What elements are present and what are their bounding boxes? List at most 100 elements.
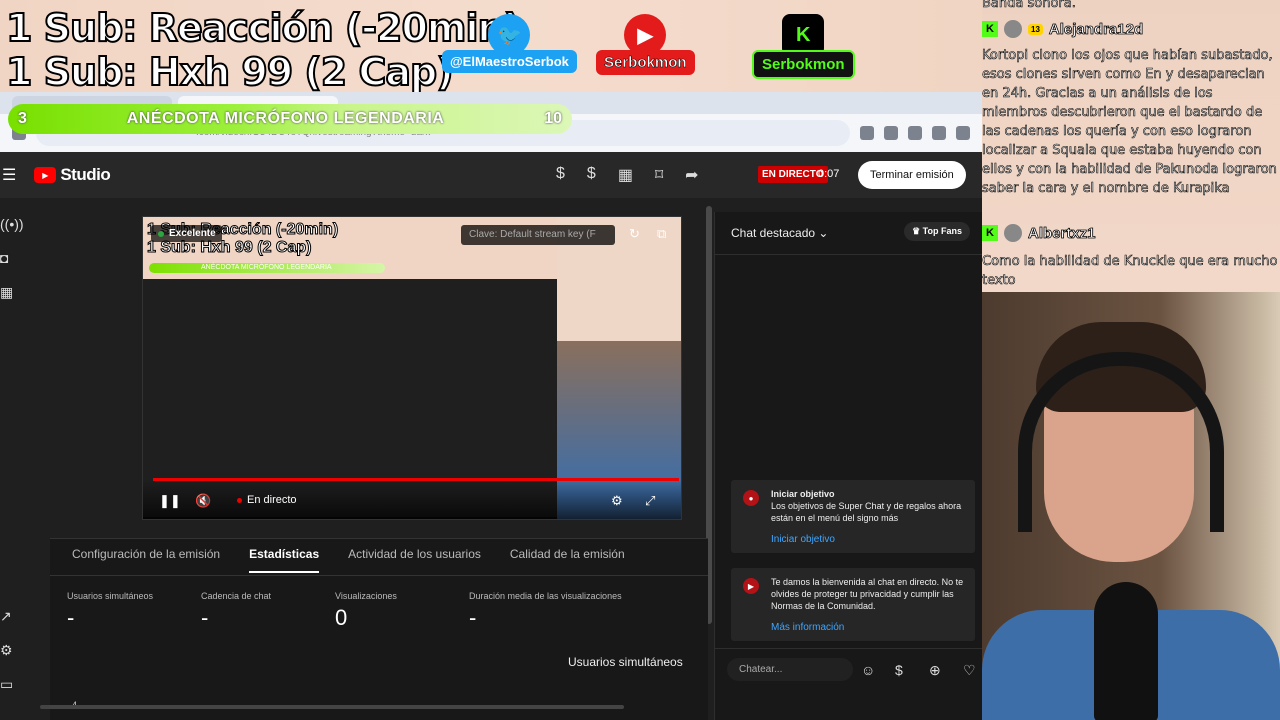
copy-icon[interactable]: ⧉ [657,226,666,242]
stream-key-select[interactable]: Clave: Default stream key (F [461,225,615,245]
headphones-icon [1018,352,1224,532]
stream-analytics-panel: Configuración de la emisión Estadísticas… [50,538,708,720]
chevron-down-icon: ⌄ [818,226,829,240]
youtube-badge: ▶ Serbokmon [596,14,695,75]
pause-icon[interactable]: ❚❚ [159,493,181,509]
goal-card: ● Iniciar objetivo Los objetivos de Super… [731,480,975,553]
external-link-icon[interactable]: ↗ [0,608,12,625]
live-icon[interactable]: ((•)) [0,216,24,232]
twitter-badge: 🐦 @ElMaestroSerbok [442,14,577,73]
fullscreen-icon[interactable]: ⤢ [645,493,655,509]
tab-stream-health[interactable]: Calidad de la emisión [510,547,625,573]
chat-input-divider [715,648,983,649]
kick-k-icon: K [982,225,998,241]
end-stream-button[interactable]: Terminar emisión [858,161,966,189]
add-icon[interactable]: ⊕ [929,662,941,679]
live-timer: 0:07 [818,168,840,180]
bookmark-icon[interactable]: ⌑ [655,165,663,185]
avatar [1004,224,1022,242]
share-icon[interactable]: ➦ [685,165,698,185]
chat-header-divider [715,254,983,255]
youtube-studio: ☰ ▶ Studio $ $ ▦ ⌑ ➦ EN DIRECTO 0:07 Ter… [0,152,983,720]
metric-label: Duración media de las visualizaciones [469,591,622,601]
overlay-chat-user-1: K 13 Alejandra12d [982,20,1144,38]
subscriber-badge: 13 [1028,23,1043,35]
star-icon[interactable] [884,126,898,140]
metric-concurrent-viewers: Usuarios simultáneos - [67,591,153,631]
studio-topbar: ☰ ▶ Studio $ $ ▦ ⌑ ➦ EN DIRECTO 0:07 Ter… [0,152,982,198]
player-controls [143,479,681,519]
emoji-icon[interactable]: ☺ [861,662,875,678]
gear-icon[interactable]: ⚙ [611,493,623,509]
overlay-chat-previous: Banda sonora. [982,0,1076,11]
more-info-link[interactable]: Más información [771,622,965,633]
goal-card-body: Los objetivos de Super Chat y de regalos… [771,501,962,523]
metric-avg-view-duration: Duración media de las visualizaciones - [469,591,622,631]
youtube-handle: Serbokmon [596,50,695,75]
horizontal-scrollbar[interactable] [40,705,624,709]
goal-label: ANÉCDOTA MICRÓFONO LEGENDARIA [126,110,445,127]
player-progress-line[interactable] [153,478,679,481]
tab-stream-settings[interactable]: Configuración de la emisión [72,547,220,573]
heart-icon[interactable]: ♡ [963,662,976,679]
refresh-icon[interactable]: ↻ [629,226,640,242]
overlay-chat-message-2: Como la habilidad de Knuckle que era muc… [982,254,1278,289]
metric-label: Cadencia de chat [201,591,272,601]
monetization-icon[interactable]: $ [556,165,565,185]
kick-handle: Serbokmon [752,50,855,79]
youtube-play-icon: ▶ [34,167,57,183]
streamer-webcam [982,292,1280,720]
crown-icon: ♛ [912,226,921,236]
welcome-card-body: Te damos la bienvenida al chat en direct… [771,577,964,611]
twitter-handle: @ElMaestroSerbok [442,50,577,73]
username: Alejandra12d [1048,20,1144,38]
studio-logo[interactable]: ▶ Studio [34,165,111,185]
overlay-chat-user-2: K Albertxz1 [982,224,1096,242]
mute-icon[interactable]: 🔇 [195,493,211,509]
youtube-play-icon: ▶ [743,578,759,594]
metric-value: - [201,605,209,630]
feedback-icon[interactable]: ▭ [0,676,13,693]
start-goal-link[interactable]: Iniciar objetivo [771,534,965,545]
live-indicator: En directo [237,494,297,506]
stream-preview-player[interactable]: 1 Sub: Reacción (-20min) 1 Sub: Hxh 99 (… [142,216,682,520]
microphone-icon [1094,582,1158,720]
hamburger-menu-icon[interactable]: ☰ [2,165,16,185]
superchat-icon[interactable]: $ [895,662,903,678]
top-fans-label: Top Fans [922,226,962,236]
top-fans-button[interactable]: ♛ Top Fans [904,222,970,241]
studio-logo-text: Studio [60,165,111,184]
goal-icon: ● [743,490,759,506]
goal-current: 3 [18,110,27,127]
avatar [1004,20,1022,38]
goal-card-text: Iniciar objetivo Los objetivos de Super C… [771,488,965,524]
menu-icon[interactable] [956,126,970,140]
chat-input[interactable]: Chatear... [727,658,853,681]
superchat-icon[interactable]: $ [587,165,596,185]
username: Albertxz1 [1028,224,1096,242]
topbar-actions: $ $ ▦ ⌑ ➦ [556,165,699,185]
tab-user-activity[interactable]: Actividad de los usuarios [348,547,481,573]
key-icon[interactable] [860,126,874,140]
camera-icon[interactable]: ◘ [0,250,8,266]
goal-target: 10 [544,110,562,127]
welcome-card: ▶ Te damos la bienvenida al chat en dire… [731,568,975,641]
live-chat-panel: Chat destacado ⌄ ♛ Top Fans ● Iniciar ob… [714,212,983,720]
tab-analytics[interactable]: Estadísticas [249,547,320,573]
kick-badge: K Serbokmon [752,14,855,79]
tabs-divider [50,575,708,576]
extension-icon[interactable] [908,126,922,140]
chat-mode-select[interactable]: Chat destacado ⌄ [731,226,828,240]
gear-icon[interactable]: ⚙ [0,642,13,659]
goal-card-title: Iniciar objetivo [771,489,835,499]
calendar-icon[interactable]: ▦ [0,284,13,301]
left-rail: ((•)) ◘ ▦ ↗ ⚙ ▭ [0,198,30,720]
metric-label: Visualizaciones [335,591,397,601]
overlay-chat-message-1: Kortopi clono los ojos que habían subast… [982,48,1277,197]
metric-chat-rate: Cadencia de chat - [201,591,271,631]
metric-value: 0 [335,605,348,630]
download-icon[interactable] [932,126,946,140]
calendar-icon[interactable]: ▦ [618,165,633,185]
metric-views: Visualizaciones 0 [335,591,397,631]
goal-progress-bar: 3 ANÉCDOTA MICRÓFONO LEGENDARIA 10 [8,104,572,134]
